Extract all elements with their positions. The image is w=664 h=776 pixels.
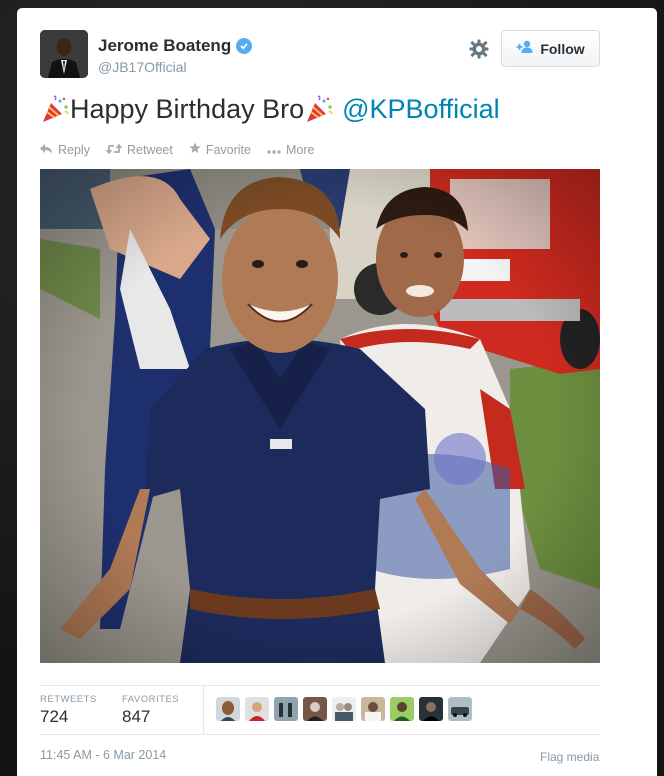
stats-divider-top <box>40 685 600 686</box>
favorite-button[interactable]: Favorite <box>189 142 251 157</box>
mention-link[interactable]: @KPBofficial <box>342 94 499 125</box>
reply-label: Reply <box>58 142 90 157</box>
tweet-photo[interactable] <box>40 169 600 663</box>
more-icon <box>267 143 281 157</box>
more-button[interactable]: More <box>267 142 314 157</box>
user-name-text[interactable]: Jerome Boateng <box>98 36 231 56</box>
favorite-icon <box>189 142 201 157</box>
party-popper-icon <box>40 94 70 125</box>
verified-icon <box>236 38 253 54</box>
stats-divider-bottom <box>40 734 600 735</box>
user-handle[interactable]: @JB17Official <box>98 59 187 75</box>
retweet-icon <box>105 143 123 157</box>
favorite-label: Favorite <box>205 142 251 157</box>
favoriter-avatar[interactable] <box>245 697 269 721</box>
follow-button[interactable]: Follow <box>501 30 600 67</box>
tweet-actions: Reply Retweet Favorite More <box>40 142 314 157</box>
retweets-label: RETWEETS <box>40 694 97 705</box>
favoriter-avatar[interactable] <box>332 697 356 721</box>
retweet-label: Retweet <box>126 142 173 157</box>
favoriter-avatar[interactable] <box>216 697 240 721</box>
tweet-timestamp[interactable]: 11:45 AM - 6 Mar 2014 <box>40 748 166 762</box>
tweet-body-text: Happy Birthday Bro <box>70 94 305 124</box>
retweet-button[interactable]: Retweet <box>105 142 173 157</box>
favoriter-avatar[interactable] <box>419 697 443 721</box>
flag-media-link[interactable]: Flag media <box>540 750 599 764</box>
reply-button[interactable]: Reply <box>40 142 90 157</box>
favoriter-avatar[interactable] <box>274 697 298 721</box>
avatar[interactable] <box>40 30 88 78</box>
favoriter-avatar[interactable] <box>361 697 385 721</box>
reply-icon <box>40 143 53 157</box>
party-popper-icon <box>304 94 334 125</box>
favoriter-avatar[interactable] <box>448 697 472 721</box>
favoriter-avatar[interactable] <box>303 697 327 721</box>
more-label: More <box>285 142 315 157</box>
favorites-count[interactable]: 847 <box>122 707 150 727</box>
follow-label: Follow <box>540 40 585 57</box>
retweets-count[interactable]: 724 <box>40 707 68 727</box>
favoriters-list <box>216 697 472 721</box>
favoriter-avatar[interactable] <box>390 697 414 721</box>
user-name[interactable]: Jerome Boateng <box>98 36 253 56</box>
tweet-text: Happy Birthday Bro @KPBofficial <box>40 94 500 125</box>
gear-icon[interactable] <box>468 38 490 60</box>
favorites-label: FAVORITES <box>122 694 180 705</box>
follow-icon <box>516 40 534 57</box>
stats-divider-vertical <box>203 685 204 734</box>
